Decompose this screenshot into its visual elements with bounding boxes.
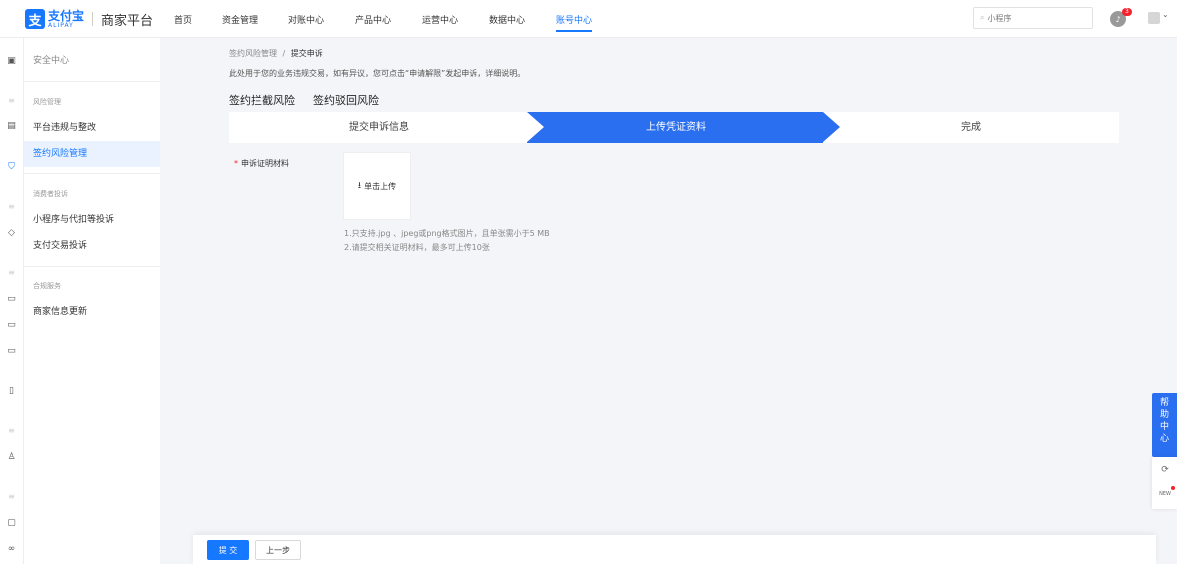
shield-icon[interactable]: ⛉ bbox=[6, 162, 17, 173]
nav-funds[interactable]: 资金管理 bbox=[222, 13, 258, 26]
nav-reconciliation[interactable]: 对账中心 bbox=[288, 13, 324, 26]
document-icon[interactable]: ▤ bbox=[6, 121, 17, 132]
evidence-label-text: 申诉证明材料 bbox=[241, 159, 289, 168]
search-box[interactable]: ⌕ bbox=[973, 7, 1093, 29]
sidebar-item-security-center[interactable]: 安全中心 bbox=[24, 48, 160, 74]
breadcrumb: 签约风险管理 / 提交申诉 bbox=[229, 48, 323, 59]
customer-service-icon[interactable]: ⟳ bbox=[1159, 464, 1171, 476]
divider-icon: ≡ bbox=[8, 268, 15, 277]
step-complete: 完成 bbox=[823, 112, 1119, 143]
submit-button[interactable]: 提 交 bbox=[207, 540, 249, 560]
sidebar-item-pay-complaint[interactable]: 支付交易投诉 bbox=[24, 233, 160, 259]
tab-intercept-risk[interactable]: 签约拦截风险 bbox=[229, 92, 295, 108]
breadcrumb-separator: / bbox=[282, 49, 286, 58]
wallet-icon[interactable]: ▭ bbox=[6, 346, 17, 357]
required-mark: * bbox=[234, 159, 238, 168]
user-icon[interactable]: ♙ bbox=[6, 452, 17, 463]
alipay-logo-icon: 支 bbox=[25, 9, 45, 29]
help-char: 心 bbox=[1159, 434, 1169, 444]
chart-icon[interactable]: ▭ bbox=[6, 294, 17, 305]
upload-hint-format: 1.只支持.jpg 、jpeg或png格式图片，且单张需小于5 MB bbox=[344, 229, 550, 238]
platform-name: 商家平台 bbox=[101, 13, 154, 29]
divider-icon: ≡ bbox=[8, 426, 15, 435]
logo-name-cn: 支付宝 bbox=[48, 8, 85, 23]
logo-wordmark: 支付宝 ALIPAY bbox=[48, 10, 84, 29]
sidebar: 安全中心 风险管理 平台违规与整改 签约风险管理 消费者投诉 小程序与代扣等投诉… bbox=[24, 38, 160, 564]
step-arrow-1 bbox=[527, 112, 544, 142]
sidebar-item-mini-complaint[interactable]: 小程序与代扣等投诉 bbox=[24, 207, 160, 233]
link-icon[interactable]: ∞ bbox=[6, 544, 17, 555]
new-feature-icon[interactable]: NEW bbox=[1159, 488, 1171, 500]
edit-doc-icon[interactable]: ▯ bbox=[6, 386, 17, 397]
previous-step-button[interactable]: 上一步 bbox=[255, 540, 301, 560]
footer-actions: 提 交 上一步 bbox=[193, 535, 1156, 564]
upload-button[interactable]: ⭳ 单击上传 bbox=[343, 152, 411, 220]
step-upload-evidence: 上传凭证资料 bbox=[529, 112, 823, 143]
upload-hint-count: 2.请提交相关证明材料，最多可上传10张 bbox=[344, 243, 490, 252]
divider-icon: ≡ bbox=[8, 96, 15, 105]
help-center-button[interactable]: 帮 助 中 心 bbox=[1152, 393, 1177, 457]
sidebar-item-violation[interactable]: 平台违规与整改 bbox=[24, 115, 160, 141]
upload-icon: ⭳ bbox=[357, 181, 362, 191]
divider-icon: ≡ bbox=[8, 492, 15, 501]
logo-name-en: ALIPAY bbox=[48, 21, 74, 29]
lock-icon[interactable]: ▢ bbox=[6, 518, 17, 529]
help-char: 帮 bbox=[1159, 398, 1169, 408]
logo-divider bbox=[92, 12, 94, 26]
tab-reject-risk[interactable]: 签约驳回风险 bbox=[313, 92, 379, 108]
nav-products[interactable]: 产品中心 bbox=[355, 13, 391, 26]
help-char: 助 bbox=[1159, 410, 1169, 420]
sidebar-group-compliance: 合规服务 bbox=[33, 282, 61, 290]
nav-account[interactable]: 账号中心 bbox=[556, 13, 593, 32]
sidebar-item-contract-risk[interactable]: 签约风险管理 bbox=[24, 141, 160, 167]
search-input[interactable] bbox=[987, 13, 1084, 23]
divider bbox=[24, 81, 160, 82]
sidebar-group-complaints: 消费者投诉 bbox=[33, 190, 68, 198]
search-icon: ⌕ bbox=[980, 13, 985, 22]
progress-steps: 提交申诉信息 上传凭证资料 完成 bbox=[229, 112, 1119, 143]
calendar-icon[interactable]: ▭ bbox=[6, 320, 17, 331]
sidebar-item-merchant-update[interactable]: 商家信息更新 bbox=[24, 299, 160, 325]
help-char: 中 bbox=[1159, 422, 1169, 432]
upload-label: 单击上传 bbox=[364, 181, 397, 191]
nav-operations[interactable]: 运营中心 bbox=[422, 13, 458, 26]
nav-data[interactable]: 数据中心 bbox=[489, 13, 525, 26]
new-dot-badge bbox=[1171, 486, 1175, 490]
top-navbar: 支 支付宝 ALIPAY 商家平台 首页 资金管理 对账中心 产品中心 运营中心… bbox=[0, 0, 1177, 38]
breadcrumb-current: 提交申诉 bbox=[290, 49, 323, 58]
page-description: 此处用于您的业务违规交易，如有异议，您可点击“申请解限”发起申诉，详细说明。 bbox=[229, 69, 526, 78]
breadcrumb-parent[interactable]: 签约风险管理 bbox=[229, 49, 277, 58]
nav-home[interactable]: 首页 bbox=[174, 13, 192, 26]
icon-rail: ▣ ≡ ▤ ⛉ ≡ ◇ ≡ ▭ ▭ ▭ ▯ ≡ ♙ ≡ ▢ ∞ bbox=[0, 38, 24, 564]
alipay-logo[interactable]: 支 支付宝 ALIPAY 商家平台 bbox=[25, 9, 153, 29]
chevron-down-icon[interactable]: ⌄ bbox=[1162, 10, 1169, 19]
float-toolbar: ⟳ NEW bbox=[1152, 457, 1177, 509]
id-card-icon[interactable]: ▣ bbox=[6, 56, 17, 67]
step-submit-info: 提交申诉信息 bbox=[229, 112, 529, 143]
sidebar-group-risk: 风险管理 bbox=[33, 98, 61, 106]
notification-badge: 3 bbox=[1122, 8, 1132, 16]
divider bbox=[24, 266, 160, 267]
avatar[interactable] bbox=[1148, 12, 1160, 24]
divider bbox=[24, 173, 160, 174]
divider-icon: ≡ bbox=[8, 202, 15, 211]
tag-icon[interactable]: ◇ bbox=[6, 228, 17, 239]
evidence-field-label: * 申诉证明材料 bbox=[234, 158, 289, 169]
step-arrow-2 bbox=[823, 112, 840, 142]
